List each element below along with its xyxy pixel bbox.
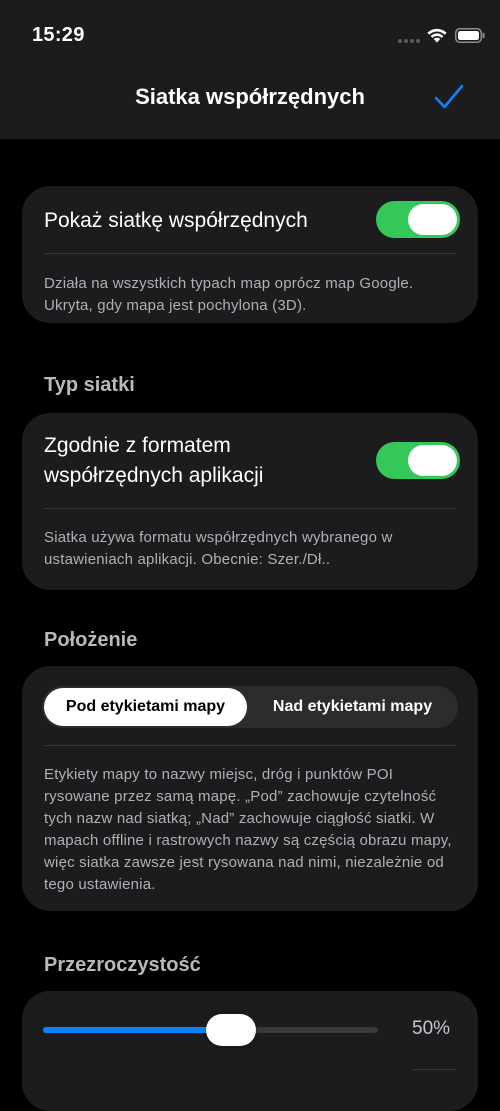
segment-below-labels[interactable]: Pod etykietami mapy (44, 688, 247, 726)
opacity-slider-fill (43, 1027, 231, 1033)
show-grid-footnote: Działa na wszystkich typach map oprócz m… (44, 275, 414, 314)
cellular-signal-icon (398, 39, 420, 44)
grid-type-card: Zgodnie z formatem współrzędnych aplikac… (22, 413, 478, 590)
done-checkmark-button[interactable] (434, 84, 464, 110)
navigation-header: 15:29 Siatka współrzędnych (0, 0, 500, 139)
position-footnote: Etykiety mapy to nazwy miejsc, dróg i pu… (44, 766, 452, 893)
opacity-slider-thumb[interactable] (205, 1014, 256, 1046)
position-header: Położenie (44, 629, 138, 651)
grid-type-label-line1: Zgodnie z formatem (44, 434, 231, 457)
show-grid-toggle[interactable] (376, 201, 460, 238)
opacity-card: 50% (22, 991, 478, 1111)
divider (44, 253, 456, 254)
opacity-slider[interactable] (43, 1014, 378, 1046)
show-grid-label: Pokaż siatkę współrzędnych (44, 209, 308, 232)
divider (44, 508, 456, 509)
opacity-header: Przezroczystość (44, 954, 201, 976)
grid-type-header: Typ siatki (44, 374, 135, 396)
toggle-knob (408, 204, 457, 235)
status-time: 15:29 (32, 24, 85, 46)
grid-type-label-line2: współrzędnych aplikacji (44, 464, 264, 487)
page-title: Siatka współrzędnych (135, 84, 365, 109)
app-format-toggle[interactable] (376, 442, 460, 479)
battery-icon (455, 28, 485, 43)
wifi-icon (427, 28, 447, 43)
show-grid-card: Pokaż siatkę współrzędnych Działa na wsz… (22, 186, 478, 323)
grid-type-footnote: Siatka używa formatu współrzędnych wybra… (44, 529, 393, 568)
divider (44, 745, 456, 746)
position-card: Pod etykietami mapy Nad etykietami mapy … (22, 666, 478, 911)
toggle-knob (408, 445, 457, 476)
segment-above-labels[interactable]: Nad etykietami mapy (249, 688, 456, 726)
opacity-value: 50% (412, 1018, 451, 1039)
divider (412, 1069, 456, 1070)
label-position-segmented-control: Pod etykietami mapy Nad etykietami mapy (42, 686, 458, 728)
